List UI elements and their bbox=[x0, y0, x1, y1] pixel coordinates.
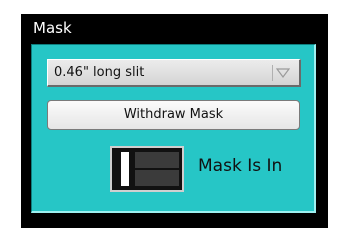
mask-status-label: Mask Is In bbox=[198, 156, 283, 176]
mask-select[interactable]: 0.46" long slit bbox=[47, 59, 301, 87]
chevron-down-icon[interactable] bbox=[272, 65, 293, 81]
mask-select-value: 0.46" long slit bbox=[54, 65, 145, 80]
mask-toggle-switch[interactable] bbox=[110, 146, 184, 192]
switch-knob bbox=[121, 152, 129, 186]
mask-group-frame: Mask 0.46" long slit Withdraw Mask Mask … bbox=[21, 14, 328, 228]
switch-segment-bottom bbox=[135, 170, 179, 186]
switch-segment-top bbox=[135, 152, 179, 168]
withdraw-mask-button[interactable]: Withdraw Mask bbox=[47, 100, 300, 130]
group-title: Mask bbox=[33, 19, 72, 37]
mask-panel: 0.46" long slit Withdraw Mask Mask Is In bbox=[31, 44, 316, 213]
